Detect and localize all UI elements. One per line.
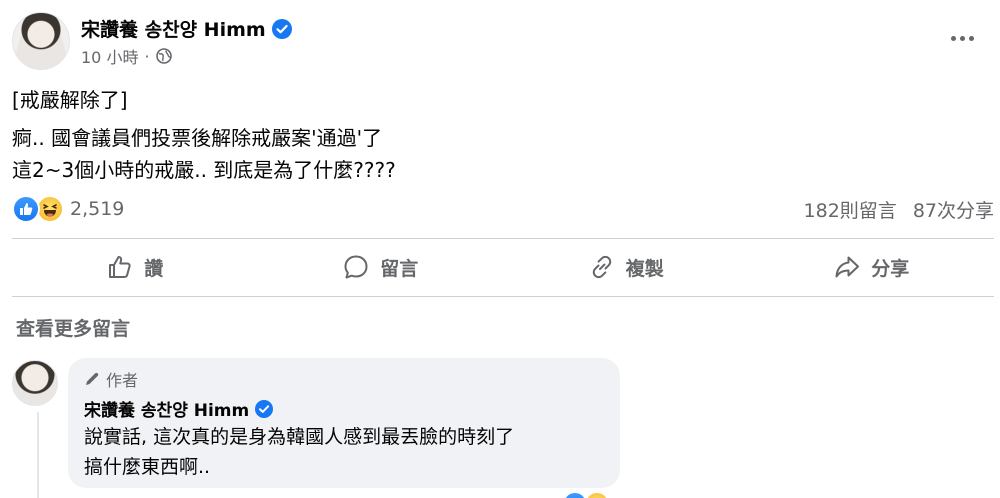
reaction-count[interactable]: 2,519 xyxy=(70,198,124,220)
post-body: [戒嚴解除了] 痾.. 國會議員們投票後解除戒嚴案'通過'了 這2~3個小時的戒… xyxy=(12,84,988,186)
comment-author[interactable]: 宋讚養 송찬양 Himm xyxy=(84,396,604,421)
comment-text-line: 說實話, 這次真的是身為韓國人感到最丟臉的時刻了 xyxy=(84,426,515,448)
comment-reaction-icons[interactable] xyxy=(562,491,610,498)
comment-bubble-icon xyxy=(344,255,368,279)
more-dot-icon xyxy=(959,35,965,41)
share-button-label: 分享 xyxy=(871,257,910,280)
like-button-label: 讚 xyxy=(144,257,164,280)
share-arrow-icon xyxy=(835,256,860,278)
like-button[interactable]: 讚 xyxy=(12,239,258,295)
author-badge: 作者 xyxy=(84,368,604,390)
pen-icon xyxy=(86,372,99,385)
reactions-summary: 2,519 182則留言 87次分享 xyxy=(12,194,994,224)
comment-button-label: 留言 xyxy=(380,257,419,280)
share-count-link[interactable]: 87次分享 xyxy=(913,196,994,223)
divider xyxy=(12,296,994,297)
commenter-avatar[interactable] xyxy=(12,360,58,406)
verified-badge-icon xyxy=(271,18,292,39)
meta-separator: · xyxy=(144,46,150,66)
post-text-line: 痾.. 國會議員們投票後解除戒嚴案'通過'了 xyxy=(12,126,383,150)
like-reaction-icon xyxy=(562,491,588,498)
haha-reaction-icon xyxy=(584,491,610,498)
thumbs-up-icon xyxy=(109,256,131,278)
more-dot-icon xyxy=(968,35,974,41)
haha-reaction-icon xyxy=(36,195,64,223)
author-name-text[interactable]: 宋讚養 송찬양 Himm xyxy=(81,15,266,42)
post-action-bar: 讚 留言 複製 分享 xyxy=(12,239,994,295)
engagement-stats: 182則留言 87次分享 xyxy=(804,196,994,223)
comment-button[interactable]: 留言 xyxy=(258,239,504,295)
verified-badge-icon xyxy=(255,399,274,418)
comment-author-name[interactable]: 宋讚養 송찬양 Himm xyxy=(84,396,249,421)
post-text-line: 這2~3個小時的戒嚴.. 到底是為了什麼???? xyxy=(12,158,396,182)
share-button[interactable]: 分享 xyxy=(749,239,995,295)
author-badge-label: 作者 xyxy=(106,371,139,390)
globe-icon[interactable] xyxy=(155,48,172,64)
comment-count-link[interactable]: 182則留言 xyxy=(804,196,897,223)
post-timestamp[interactable]: 10 小時 xyxy=(81,44,138,68)
reaction-icons[interactable] xyxy=(12,195,64,223)
link-icon xyxy=(592,255,611,279)
post-meta: 10 小時 · xyxy=(81,44,172,68)
view-more-comments-link[interactable]: 查看更多留言 xyxy=(16,314,130,341)
author-name[interactable]: 宋讚養 송찬양 Himm xyxy=(81,15,292,42)
more-options-button[interactable] xyxy=(944,26,980,50)
copy-button-label: 複製 xyxy=(625,257,664,280)
post-header: 宋讚養 송찬양 Himm 10 小時 · xyxy=(12,12,988,72)
more-dot-icon xyxy=(950,35,956,41)
like-reaction-icon xyxy=(12,195,40,223)
thread-line xyxy=(37,412,39,498)
copy-button[interactable]: 複製 xyxy=(503,239,749,295)
post-text-line: [戒嚴解除了] xyxy=(12,88,128,112)
author-avatar[interactable] xyxy=(12,12,70,70)
comment-bubble: 作者 宋讚養 송찬양 Himm 說實話, 這次真的是身為韓國人感到最丟臉的時刻了… xyxy=(68,358,620,488)
comment-text-line: 搞什麼東西啊.. xyxy=(84,456,211,478)
